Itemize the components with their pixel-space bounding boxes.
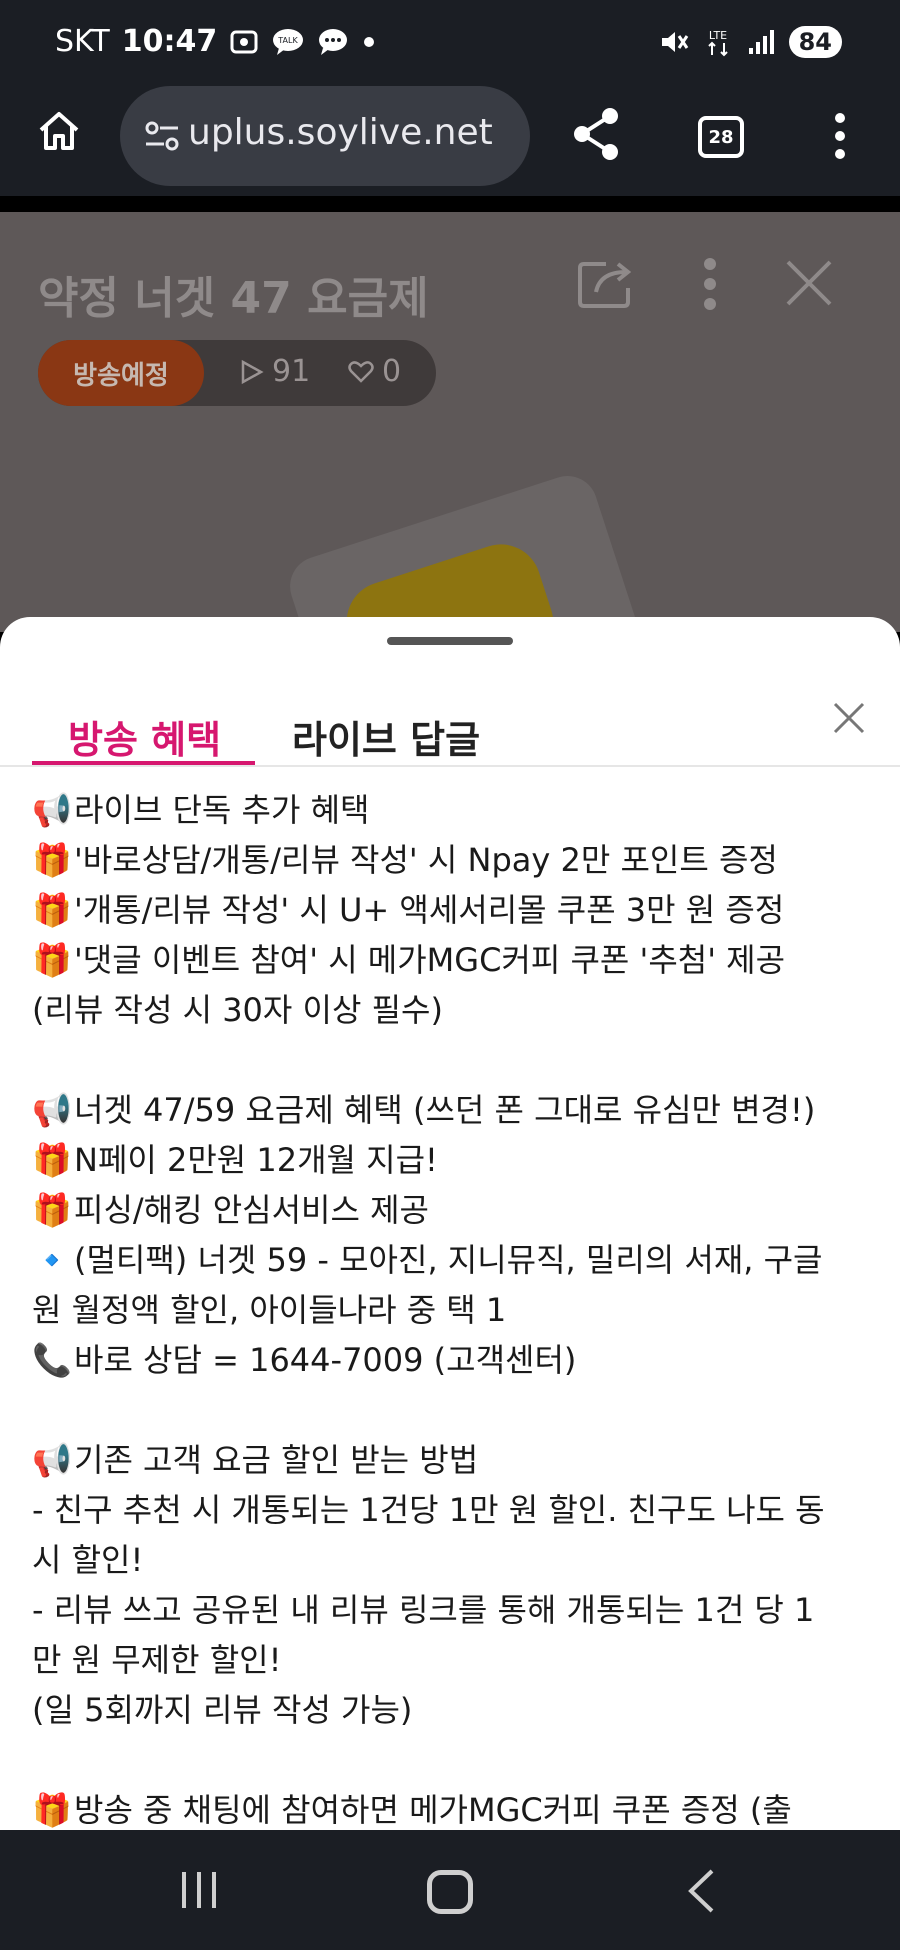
benefit-line: 🎁'바로상담/개통/리뷰 작성' 시 Npay 2만 포인트 증정	[32, 835, 878, 885]
screenshot-icon	[230, 30, 258, 53]
view-count-value: 91	[272, 354, 311, 389]
benefit-emoji-icon: 🎁	[32, 1191, 72, 1229]
share-out-icon[interactable]	[576, 258, 638, 310]
site-settings-icon[interactable]	[142, 116, 182, 156]
benefit-emoji-icon: 🎁	[32, 841, 72, 879]
benefit-line: 원 월정액 할인, 아이들나라 중 택 1	[32, 1285, 878, 1335]
benefit-line-text: 바로 상담 = 1644-7009 (고객센터)	[74, 1341, 577, 1379]
benefit-line: - 친구 추천 시 개통되는 1건당 1만 원 할인. 친구도 나도 동	[32, 1485, 878, 1535]
tab-live-replies[interactable]: 라이브 답글	[292, 709, 480, 764]
browser-toolbar: uplus.soylive.net 28	[0, 86, 900, 204]
benefit-line: (일 5회까지 리뷰 작성 가능)	[32, 1685, 878, 1735]
benefit-line-text: - 리뷰 쓰고 공유된 내 리뷰 링크를 통해 개통되는 1건 당 1	[32, 1591, 815, 1629]
message-icon	[319, 28, 348, 55]
benefit-emoji-icon: 🎁	[32, 891, 72, 929]
svg-text:LTE: LTE	[708, 29, 726, 42]
mute-icon	[661, 32, 688, 52]
carrier-label: SKT	[55, 24, 110, 59]
benefit-line: 만 원 무제한 할인!	[32, 1635, 878, 1685]
benefit-line-text: 만 원 무제한 할인!	[32, 1641, 282, 1679]
share-icon[interactable]	[570, 106, 622, 162]
benefit-line-text: 방송 중 채팅에 참여하면 메가MGC커피 쿠폰 증정 (출	[74, 1791, 792, 1829]
tab-switcher-button[interactable]: 28	[698, 116, 744, 158]
benefit-line: 📢라이브 단독 추가 혜택	[32, 785, 878, 835]
benefit-line-text: 라이브 단독 추가 혜택	[74, 791, 370, 829]
benefit-line: (리뷰 작성 시 30자 이상 필수)	[32, 985, 878, 1035]
svg-text:TALK: TALK	[277, 36, 298, 45]
benefits-bottom-sheet: 방송 혜택 라이브 답글 📢라이브 단독 추가 혜택 🎁'바로상담/개통/리뷰 작…	[0, 617, 900, 1830]
like-count-value: 0	[382, 354, 402, 389]
kakaotalk-icon: TALK	[273, 28, 304, 55]
benefit-line	[32, 1035, 878, 1085]
benefit-line: 📢너겟 47/59 요금제 혜택 (쓰던 폰 그대로 유심만 변경!)	[32, 1085, 878, 1135]
heart-icon	[348, 360, 374, 383]
clock: 10:47	[121, 24, 218, 59]
like-count: 0	[348, 354, 401, 389]
benefit-line: 📞바로 상담 = 1644-7009 (고객센터)	[32, 1335, 878, 1385]
home-icon[interactable]	[36, 108, 82, 154]
benefit-line: - 리뷰 쓰고 공유된 내 리뷰 링크를 통해 개통되는 1건 당 1	[32, 1585, 878, 1635]
view-count: 91	[240, 354, 310, 389]
benefit-line-text: - 친구 추천 시 개통되는 1건당 1만 원 할인. 친구도 나도 동	[32, 1491, 825, 1529]
benefit-line	[32, 1735, 878, 1785]
benefit-line-text: 시 할인!	[32, 1541, 144, 1579]
benefit-line: 시 할인!	[32, 1535, 878, 1585]
status-bar-right: LTE 84	[659, 26, 842, 58]
benefit-emoji-icon: 📢	[32, 791, 72, 829]
dot-icon	[364, 36, 375, 47]
benefit-line: 🎁'댓글 이벤트 참여' 시 메가MGC커피 쿠폰 '추첨' 제공	[32, 935, 878, 985]
benefit-emoji-icon: 📢	[32, 1441, 72, 1479]
close-icon[interactable]	[832, 701, 866, 735]
battery-indicator: 84	[788, 26, 842, 58]
play-icon	[241, 359, 264, 384]
benefit-emoji-icon: 📞	[32, 1341, 72, 1379]
status-bar-left: SKT 10:47 TALK	[55, 24, 377, 59]
drag-handle[interactable]	[387, 637, 513, 645]
benefit-line-text: 원 월정액 할인, 아이들나라 중 택 1	[32, 1291, 507, 1329]
home-button[interactable]	[427, 1870, 473, 1914]
benefit-line-text: '바로상담/개통/리뷰 작성' 시 Npay 2만 포인트 증정	[74, 841, 778, 879]
benefit-emoji-icon: 🎁	[32, 1791, 72, 1829]
back-icon[interactable]	[686, 1868, 716, 1914]
broadcast-title: 약정 너겟 47 요금제	[38, 273, 429, 324]
video-player: 약정 너겟 47 요금제 방송예정 91 0	[0, 212, 900, 632]
benefit-line-text: (리뷰 작성 시 30자 이상 필수)	[32, 991, 443, 1029]
benefit-line-text: '댓글 이벤트 참여' 시 메가MGC커피 쿠폰 '추첨' 제공	[74, 941, 786, 979]
benefit-line: 📢기존 고객 요금 할인 받는 방법	[32, 1435, 878, 1485]
benefit-emoji-icon: 🔹	[32, 1241, 72, 1279]
more-options-icon[interactable]	[700, 256, 720, 312]
benefit-line-text: (일 5회까지 리뷰 작성 가능)	[32, 1691, 413, 1729]
benefits-text: 📢라이브 단독 추가 혜택 🎁'바로상담/개통/리뷰 작성' 시 Npay 2만 …	[32, 785, 878, 1830]
benefit-emoji-icon: 🎁	[32, 941, 72, 979]
benefit-line-text: N페이 2만원 12개월 지급!	[74, 1141, 438, 1179]
benefit-emoji-icon: 📢	[32, 1091, 72, 1129]
broadcast-stats: 방송예정 91 0	[38, 340, 436, 406]
benefit-line-text: 너겟 47/59 요금제 혜택 (쓰던 폰 그대로 유심만 변경!)	[74, 1091, 816, 1129]
overflow-menu-icon[interactable]	[826, 112, 854, 160]
recent-apps-icon[interactable]	[178, 1870, 220, 1910]
status-badge: 방송예정	[38, 340, 204, 406]
benefit-emoji-icon: 🎁	[32, 1141, 72, 1179]
benefit-line: 🎁'개통/리뷰 작성' 시 U+ 액세서리몰 쿠폰 3만 원 증정	[32, 885, 878, 935]
benefit-line: 🎁N페이 2만원 12개월 지급!	[32, 1135, 878, 1185]
benefit-line: 🎁방송 중 채팅에 참여하면 메가MGC커피 쿠폰 증정 (출	[32, 1785, 878, 1830]
benefit-line-text: '개통/리뷰 작성' 시 U+ 액세서리몰 쿠폰 3만 원 증정	[74, 891, 785, 929]
status-bar: SKT 10:47 TALK LTE 84	[0, 0, 900, 86]
system-navigation-bar	[0, 1830, 900, 1950]
tab-broadcast-benefits[interactable]: 방송 혜택	[68, 709, 221, 764]
url-text: uplus.soylive.net	[188, 112, 493, 153]
lte-icon: LTE	[707, 29, 728, 57]
tab-divider	[0, 765, 900, 767]
address-bar[interactable]: uplus.soylive.net	[120, 86, 530, 186]
benefit-line-text: (멀티팩) 너겟 59 - 모아진, 지니뮤직, 밀리의 서재, 구글	[74, 1241, 823, 1279]
close-player-icon[interactable]	[784, 258, 834, 308]
benefit-line	[32, 1385, 878, 1435]
benefit-line: 🔹(멀티팩) 너겟 59 - 모아진, 지니뮤직, 밀리의 서재, 구글	[32, 1235, 878, 1285]
benefit-line-text: 기존 고객 요금 할인 받는 방법	[74, 1441, 479, 1479]
benefit-line-text: 피싱/해킹 안심서비스 제공	[74, 1191, 429, 1229]
signal-icon	[748, 30, 774, 54]
benefit-line: 🎁피싱/해킹 안심서비스 제공	[32, 1185, 878, 1235]
